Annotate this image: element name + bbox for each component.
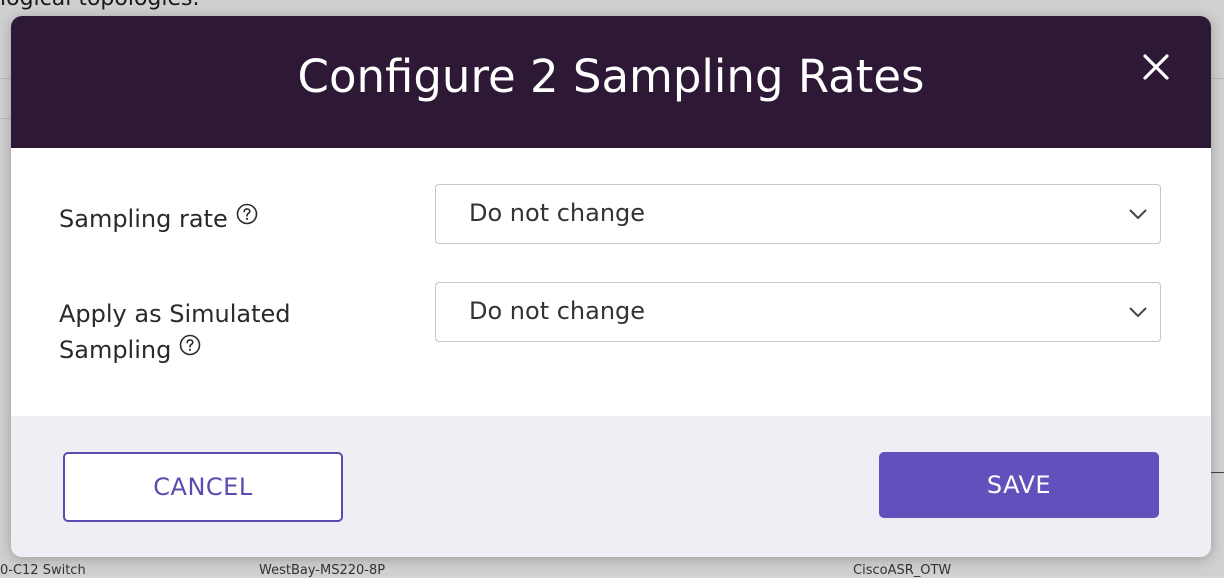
- simulated-sampling-label: Apply as Simulated Sampling: [59, 296, 359, 368]
- close-icon: [1143, 54, 1169, 80]
- sampling-rate-select[interactable]: Do not change: [435, 184, 1161, 244]
- cancel-button[interactable]: CANCEL: [63, 452, 343, 522]
- sampling-rate-label-text: Sampling rate: [59, 205, 228, 233]
- dialog-title: Configure 2 Sampling Rates: [297, 50, 925, 103]
- question-circle-icon: [180, 334, 201, 356]
- background-text: logical topologies.: [0, 0, 199, 11]
- background-divider: [1211, 472, 1224, 473]
- chevron-down-icon: [1128, 305, 1148, 319]
- help-icon[interactable]: [236, 203, 258, 225]
- question-circle-icon: [236, 203, 258, 225]
- save-button[interactable]: SAVE: [879, 452, 1159, 518]
- close-button[interactable]: [1139, 50, 1173, 84]
- chevron-down-icon: [1128, 207, 1148, 221]
- simulated-sampling-value: Do not change: [469, 297, 646, 325]
- simulated-sampling-label-line2: Sampling: [59, 336, 172, 364]
- sampling-rate-label: Sampling rate: [59, 201, 359, 237]
- simulated-sampling-select[interactable]: Do not change: [435, 282, 1161, 342]
- configure-sampling-dialog: Configure 2 Sampling Rates Sampling rate…: [11, 16, 1211, 557]
- dialog-footer: CANCEL SAVE: [11, 416, 1211, 557]
- dialog-header: Configure 2 Sampling Rates: [11, 16, 1211, 148]
- simulated-sampling-label-line1: Apply as Simulated: [59, 300, 291, 328]
- sampling-rate-value: Do not change: [469, 199, 646, 227]
- background-divider: [1211, 78, 1224, 79]
- help-icon[interactable]: [179, 334, 201, 356]
